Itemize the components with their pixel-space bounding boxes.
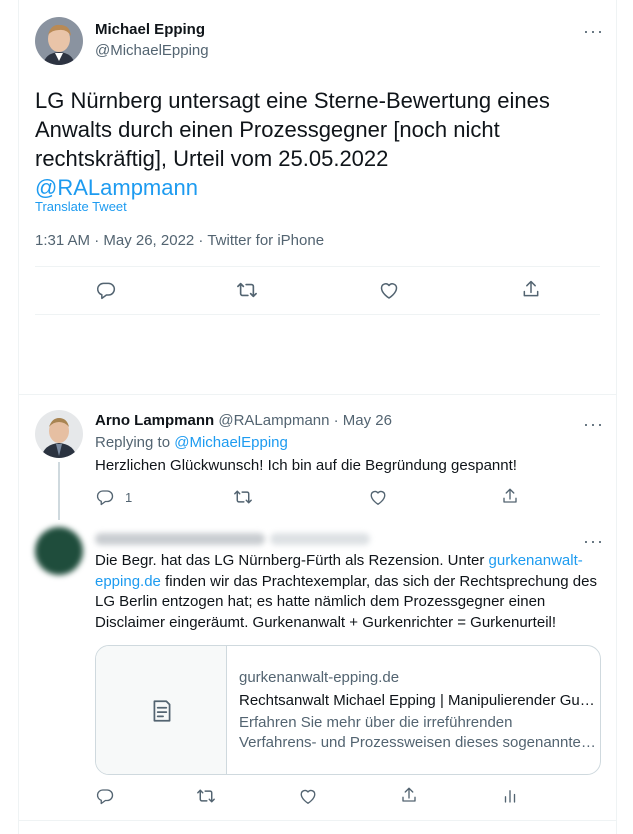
blurred-author-name <box>95 533 265 545</box>
reply-icon[interactable] <box>96 787 114 805</box>
link-card-title: Rechtsanwalt Michael Epping | Manipulier… <box>239 692 595 709</box>
share-icon[interactable] <box>501 487 519 505</box>
divider <box>35 314 600 315</box>
retweet-icon[interactable] <box>233 488 253 506</box>
link-card-desc-line1: Erfahren Sie mehr über die irreführenden <box>239 714 513 731</box>
timeline-border-left <box>18 0 19 834</box>
share-icon[interactable] <box>400 786 418 804</box>
divider <box>35 266 600 267</box>
like-icon[interactable] <box>299 788 317 805</box>
reply-header: Arno Lampmann @RALampmann · May 26 <box>95 412 392 429</box>
author-handle[interactable]: @RALampmann · May 26 <box>218 412 392 429</box>
reply-text-part1: Die Begr. hat das LG Nürnberg-Fürth als … <box>95 552 489 569</box>
tweet-text: LG Nürnberg untersagt eine Sterne-Bewert… <box>35 86 595 202</box>
link-gurkenanwalt[interactable]: gurkenanwalt- <box>489 552 583 569</box>
link-card[interactable]: gurkenanwalt-epping.de Rechtsanwalt Mich… <box>95 645 601 775</box>
reply-icon[interactable] <box>96 280 116 300</box>
tweet-meta: 1:31 AM · May 26, 2022 · Twitter for iPh… <box>35 232 325 249</box>
more-icon[interactable]: ··· <box>583 415 604 433</box>
reply-text-part2: finden wir das Prachtexemplar, das sich … <box>95 572 597 631</box>
section-divider <box>18 820 617 821</box>
replying-to-link[interactable]: @MichaelEpping <box>174 434 288 451</box>
section-divider <box>18 394 617 395</box>
retweet-icon[interactable] <box>196 787 216 805</box>
reply-thread-line <box>58 462 60 520</box>
avatar[interactable] <box>35 527 83 575</box>
avatar[interactable] <box>35 17 83 65</box>
author-handle[interactable]: @MichaelEpping <box>95 42 209 59</box>
like-icon[interactable] <box>369 489 387 506</box>
like-icon[interactable] <box>379 281 399 300</box>
blurred-author-handle <box>270 533 370 545</box>
more-icon[interactable]: ··· <box>583 22 604 40</box>
reply-text: Herzlichen Glückwunsch! Ich bin auf die … <box>95 457 517 474</box>
replying-prefix: Replying to <box>95 434 175 451</box>
link-card-thumbnail <box>96 646 227 774</box>
analytics-icon[interactable] <box>501 787 519 805</box>
more-icon[interactable]: ··· <box>583 532 604 550</box>
share-icon[interactable] <box>521 279 541 299</box>
timeline-border-right <box>616 0 617 834</box>
reply-count: 1 <box>125 490 133 505</box>
link-card-description: Erfahren Sie mehr über die irreführenden… <box>239 713 596 753</box>
retweet-icon[interactable] <box>236 280 258 300</box>
link-epping-de[interactable]: epping.de <box>95 573 161 590</box>
reply-text: Die Begr. hat das LG Nürnberg-Fürth als … <box>95 551 605 633</box>
author-name[interactable]: Arno Lampmann <box>95 412 214 429</box>
translate-tweet-link[interactable]: Translate Tweet <box>35 199 127 214</box>
mention-link[interactable]: @RALampmann <box>35 175 198 200</box>
author-name[interactable]: Michael Epping <box>95 21 205 38</box>
avatar[interactable] <box>35 410 83 458</box>
tweet-body: LG Nürnberg untersagt eine Sterne-Bewert… <box>35 88 550 171</box>
replying-to: Replying to @MichaelEpping <box>95 434 288 451</box>
link-card-domain: gurkenanwalt-epping.de <box>239 669 400 686</box>
document-icon <box>149 698 175 724</box>
reply-icon[interactable] <box>96 488 114 506</box>
link-card-desc-line2: Verfahrens- und Prozessweisen dieses sog… <box>239 734 596 751</box>
